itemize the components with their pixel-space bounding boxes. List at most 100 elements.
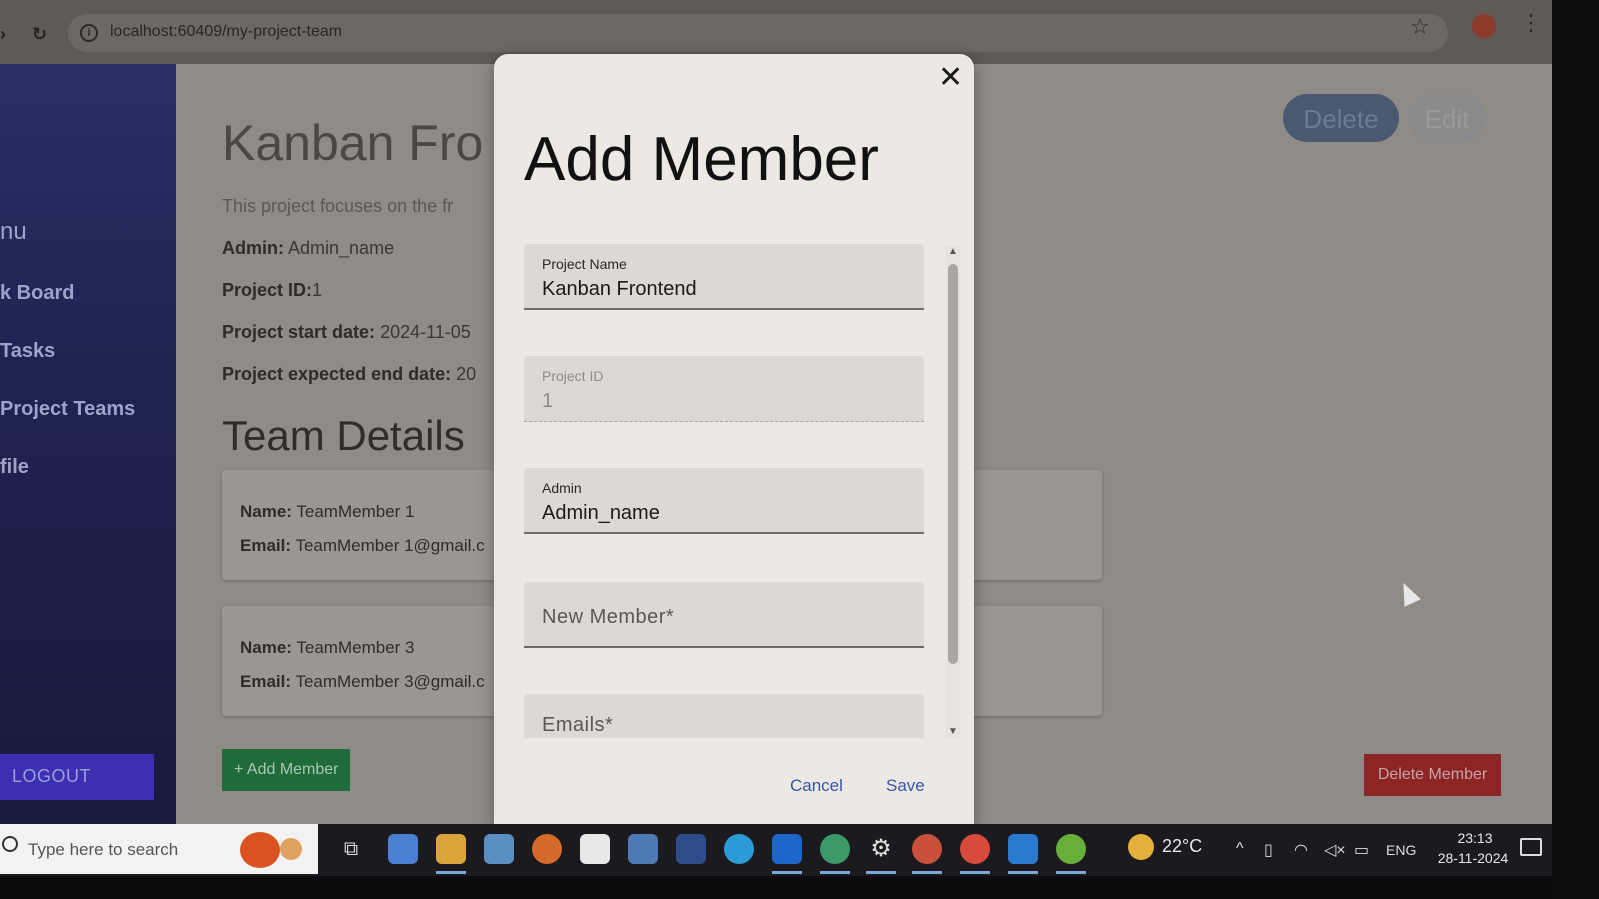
add-member-dialog: ✕ Add Member Project Name Kanban Fronten… — [494, 54, 974, 826]
add-member-button[interactable]: + Add Member — [222, 749, 350, 791]
sidebar-item-profile[interactable]: file — [0, 456, 29, 479]
store-icon[interactable] — [580, 834, 610, 864]
url-text[interactable]: localhost:60409/my-project-team — [110, 23, 342, 41]
end-date-row: Project expected end date: 20 — [222, 364, 476, 385]
sidebar-item-task-board[interactable]: k Board — [0, 282, 74, 305]
search-highlight-icon — [240, 832, 280, 868]
sidebar: nu k Board Tasks Project Teams file LOGO… — [0, 64, 176, 824]
search-placeholder[interactable]: Type here to search — [28, 840, 178, 860]
close-icon[interactable]: ✕ — [938, 60, 963, 95]
sidebar-item-project-teams[interactable]: Project Teams — [0, 398, 135, 421]
app-n-icon[interactable] — [676, 834, 706, 864]
chrome-profile-active-indicator — [820, 871, 850, 874]
member-email-row: Email: TeamMember 1@gmail.c — [240, 536, 485, 556]
screen: › ↻ i localhost:60409/my-project-team ☆ … — [0, 0, 1599, 899]
postman-icon[interactable] — [912, 834, 942, 864]
member-email-label: Email: — [240, 672, 292, 691]
project-id-row: Project ID:1 — [222, 280, 322, 301]
dialog-title: Add Member — [524, 125, 879, 194]
new-member-placeholder[interactable]: New Member* — [542, 606, 674, 629]
end-date-label: Project expected end date: — [222, 364, 452, 384]
taskbar-search[interactable]: Type here to search — [0, 824, 318, 874]
project-name-field[interactable]: Project Name Kanban Frontend — [524, 244, 924, 310]
admin-field-label: Admin — [542, 480, 582, 496]
scroll-up-icon[interactable]: ▲ — [948, 246, 958, 257]
bookmark-star-icon[interactable]: ☆ — [1410, 14, 1430, 40]
clock-date[interactable]: 28-11-2024 — [1428, 850, 1518, 866]
profile-avatar[interactable] — [1472, 14, 1496, 38]
delete-member-button[interactable]: Delete Member — [1364, 754, 1501, 796]
file-explorer-active-indicator — [436, 871, 466, 874]
admin-value: Admin_name — [288, 238, 395, 258]
back-icon[interactable]: › — [0, 24, 6, 45]
member-email-label: Email: — [240, 536, 292, 555]
scroll-down-icon[interactable]: ▼ — [948, 726, 958, 737]
sidebar-item-tasks[interactable]: Tasks — [0, 340, 55, 363]
start-date-row: Project start date: 2024-11-05 — [222, 322, 471, 343]
member-name: TeamMember 3 — [296, 638, 415, 657]
admin-label: Admin: — [222, 238, 284, 258]
project-id-field-label: Project ID — [542, 368, 604, 384]
admin-field-value[interactable]: Admin_name — [542, 502, 660, 525]
browser-menu-icon[interactable]: ⋮ — [1520, 10, 1542, 36]
copilot-icon[interactable] — [388, 834, 418, 864]
site-info-icon[interactable]: i — [80, 24, 98, 42]
member-email: TeamMember 3@gmail.c — [295, 672, 485, 691]
battery-icon[interactable]: ▭ — [1354, 840, 1369, 860]
delete-project-button[interactable]: Delete — [1283, 94, 1399, 142]
project-name-label: Project Name — [542, 256, 627, 272]
tray-chevron-icon[interactable]: ^ — [1236, 840, 1244, 858]
chrome-icon[interactable] — [960, 834, 990, 864]
screen-bezel-right — [1552, 0, 1599, 899]
remote-desktop-icon[interactable] — [628, 834, 658, 864]
member-name-row: Name: TeamMember 1 — [240, 502, 415, 522]
edge-icon[interactable] — [724, 834, 754, 864]
end-date-value: 20 — [456, 364, 477, 384]
project-name-value[interactable]: Kanban Frontend — [542, 278, 697, 301]
notifications-icon[interactable] — [1520, 838, 1542, 856]
emails-field[interactable]: Emails* — [524, 694, 924, 738]
file-explorer-icon[interactable] — [436, 834, 466, 864]
search-highlight-accent-icon — [280, 838, 302, 860]
search-icon — [2, 836, 18, 852]
postman-active-indicator — [912, 871, 942, 874]
edit-project-button[interactable]: Edit — [1408, 94, 1486, 142]
project-id-label: Project ID: — [222, 280, 313, 300]
notes-app-icon[interactable] — [484, 834, 514, 864]
emails-placeholder[interactable]: Emails* — [542, 714, 613, 737]
member-name-label: Name: — [240, 502, 292, 521]
weather-sun-icon — [1128, 834, 1154, 860]
chrome-profile-icon[interactable] — [820, 834, 850, 864]
vscode-icon[interactable] — [1008, 834, 1038, 864]
task-view-icon[interactable]: ⧉ — [336, 834, 366, 864]
member-email-row: Email: TeamMember 3@gmail.c — [240, 672, 485, 692]
project-id-field-value: 1 — [542, 390, 554, 412]
spring-tools-icon[interactable] — [1056, 834, 1086, 864]
clock-time[interactable]: 23:13 — [1440, 830, 1510, 846]
firefox-icon[interactable] — [532, 834, 562, 864]
reload-icon[interactable]: ↻ — [32, 24, 47, 45]
cancel-button[interactable]: Cancel — [790, 776, 843, 796]
start-date-label: Project start date: — [222, 322, 376, 342]
save-button[interactable]: Save — [886, 776, 925, 796]
start-date-value: 2024-11-05 — [380, 322, 471, 342]
windows-taskbar: Type here to search ⧉ ⚙ 22°C ^ ▯ ◠ ◁× ▭ … — [0, 824, 1552, 876]
settings-active-indicator — [866, 871, 896, 874]
logout-button[interactable]: LOGOUT — [0, 754, 154, 800]
vscode-active-indicator — [1008, 871, 1038, 874]
wifi-icon[interactable]: ◠ — [1294, 840, 1308, 860]
weather-widget[interactable]: 22°C — [1128, 834, 1202, 860]
admin-row: Admin: Admin_name — [222, 238, 394, 259]
member-name: TeamMember 1 — [296, 502, 415, 521]
member-email: TeamMember 1@gmail.c — [295, 536, 485, 555]
settings-gear-icon[interactable]: ⚙ — [866, 834, 896, 864]
volume-muted-icon[interactable]: ◁× — [1324, 840, 1346, 860]
language-indicator[interactable]: ENG — [1386, 842, 1416, 858]
tray-device-icon[interactable]: ▯ — [1264, 840, 1273, 860]
address-bar[interactable]: i localhost:60409/my-project-team — [68, 14, 1448, 52]
dialog-scrollbar-thumb[interactable] — [948, 264, 958, 664]
admin-field[interactable]: Admin Admin_name — [524, 468, 924, 534]
new-member-field[interactable]: New Member* — [524, 582, 924, 648]
project-id-value: 1 — [312, 280, 323, 300]
webstorm-icon[interactable] — [772, 834, 802, 864]
